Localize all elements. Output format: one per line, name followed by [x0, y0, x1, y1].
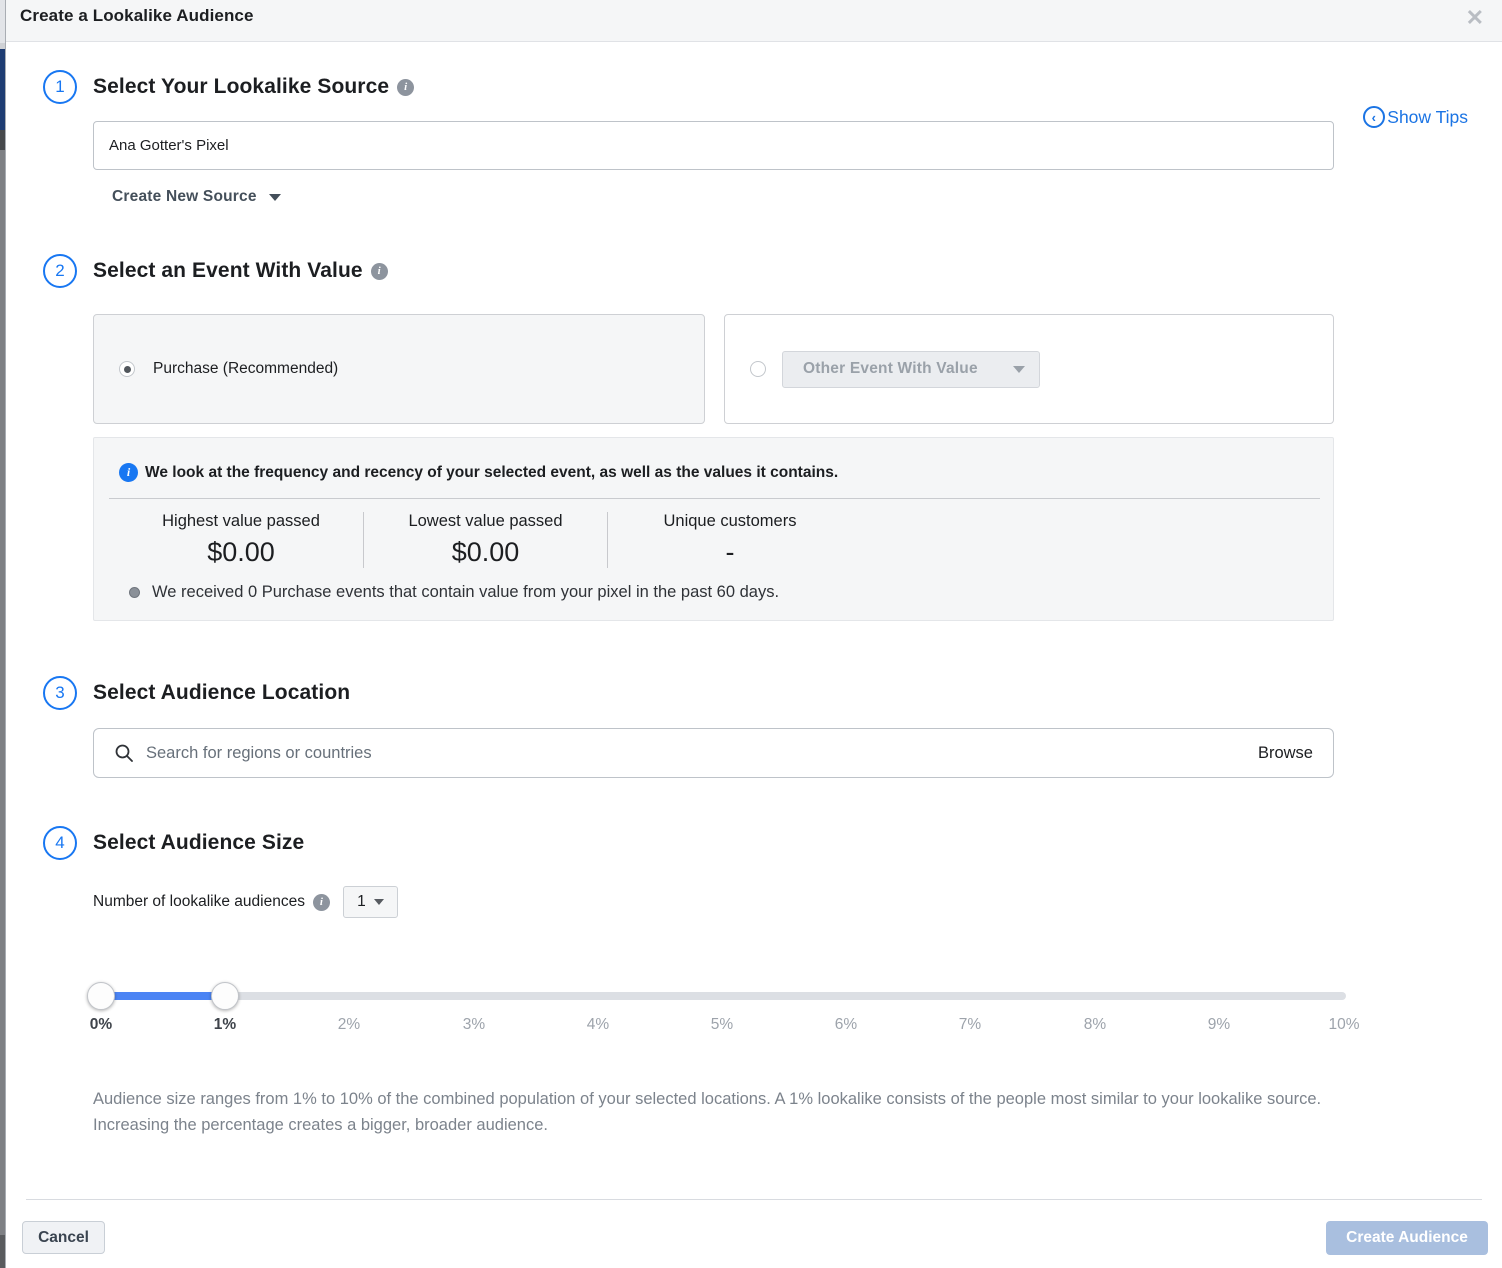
create-audience-button[interactable]: Create Audience: [1326, 1221, 1488, 1255]
dialog-title: Create a Lookalike Audience: [20, 6, 254, 26]
dialog-header: Create a Lookalike Audience ✕: [6, 0, 1502, 42]
step-3-heading: Select Audience Location: [93, 681, 350, 705]
show-tips-label: Show Tips: [1387, 107, 1468, 128]
close-icon[interactable]: ✕: [1466, 7, 1484, 29]
other-event-option-card[interactable]: Other Event With Value: [724, 314, 1334, 424]
stat-label: Highest value passed: [129, 512, 353, 531]
slider-tick-label: 1%: [214, 1016, 236, 1034]
stat-label: Lowest value passed: [374, 512, 597, 531]
slider-handle-min[interactable]: [87, 982, 115, 1010]
slider-tick-label: 5%: [711, 1016, 733, 1034]
browse-button[interactable]: Browse: [1246, 744, 1313, 763]
stat-value: -: [618, 537, 842, 568]
stat-label: Unique customers: [618, 512, 842, 531]
step-1-badge: 1: [43, 70, 77, 104]
slider-handle-max[interactable]: [211, 982, 239, 1010]
audience-size-description: Audience size ranges from 1% to 10% of t…: [93, 1086, 1341, 1138]
other-event-radio[interactable]: [750, 361, 766, 377]
received-events-note: We received 0 Purchase events that conta…: [152, 583, 779, 602]
audiences-info-icon[interactable]: i: [313, 894, 330, 911]
step-2-badge: 2: [43, 254, 77, 288]
slider-tick-label: 2%: [338, 1016, 360, 1034]
purchase-radio[interactable]: [119, 361, 135, 377]
caret-down-icon: [374, 899, 384, 905]
background-page-edge: [0, 0, 5, 1268]
step-3-badge: 3: [43, 676, 77, 710]
slider-tick-label: 8%: [1084, 1016, 1106, 1034]
slider-tick-label: 0%: [90, 1016, 112, 1034]
create-new-source-label: Create New Source: [112, 188, 257, 206]
caret-down-icon: [1013, 366, 1025, 373]
slider-tick-label: 9%: [1208, 1016, 1230, 1034]
other-event-dropdown[interactable]: Other Event With Value: [782, 351, 1040, 388]
lookalike-source-input[interactable]: [93, 121, 1334, 170]
panel-divider: [109, 498, 1320, 499]
lookalike-count-value: 1: [357, 893, 366, 911]
slider-tick-label: 10%: [1328, 1016, 1359, 1034]
purchase-option-card[interactable]: Purchase (Recommended): [93, 314, 705, 424]
step-2-heading: Select an Event With Value: [93, 259, 363, 283]
location-search-bar: Browse: [93, 728, 1334, 778]
stat-unique-customers: Unique customers -: [608, 512, 852, 568]
show-tips-link[interactable]: ‹ Show Tips: [1363, 106, 1468, 128]
stat-lowest-value: Lowest value passed $0.00: [364, 512, 608, 568]
event-insights-panel: i We look at the frequency and recency o…: [93, 437, 1334, 621]
create-new-source-dropdown[interactable]: Create New Source: [112, 188, 281, 206]
bullet-icon: [129, 587, 140, 598]
slider-tick-label: 6%: [835, 1016, 857, 1034]
stat-value: $0.00: [129, 537, 353, 568]
cancel-button[interactable]: Cancel: [22, 1221, 105, 1254]
footer-divider: [26, 1199, 1482, 1200]
chevron-left-circle-icon: ‹: [1363, 106, 1385, 128]
lookalike-count-dropdown[interactable]: 1: [343, 886, 398, 918]
slider-tick-label: 4%: [587, 1016, 609, 1034]
event-info-icon[interactable]: i: [371, 263, 388, 280]
stat-value: $0.00: [374, 537, 597, 568]
caret-down-icon: [269, 194, 281, 201]
purchase-label: Purchase (Recommended): [153, 360, 338, 378]
other-event-label: Other Event With Value: [803, 360, 978, 378]
slider-range-fill: [101, 992, 225, 1000]
audience-size-slider: 0% 1% 2% 3% 4% 5% 6% 7% 8% 9% 10%: [6, 964, 1502, 1082]
step-4-badge: 4: [43, 826, 77, 860]
info-circle-icon: i: [119, 463, 138, 482]
step-1-heading: Select Your Lookalike Source: [93, 75, 389, 99]
step-4-heading: Select Audience Size: [93, 831, 304, 855]
source-info-icon[interactable]: i: [397, 79, 414, 96]
insights-intro-text: We look at the frequency and recency of …: [145, 464, 838, 482]
slider-track[interactable]: [101, 992, 1346, 1000]
create-lookalike-audience-dialog: Create a Lookalike Audience ✕ ‹ Show Tip…: [5, 0, 1502, 1268]
search-icon: [114, 743, 134, 763]
stat-highest-value: Highest value passed $0.00: [119, 512, 364, 568]
slider-tick-label: 3%: [463, 1016, 485, 1034]
slider-tick-label: 7%: [959, 1016, 981, 1034]
lookalike-count-label: Number of lookalike audiences: [93, 893, 305, 911]
location-search-input[interactable]: [146, 744, 1246, 763]
